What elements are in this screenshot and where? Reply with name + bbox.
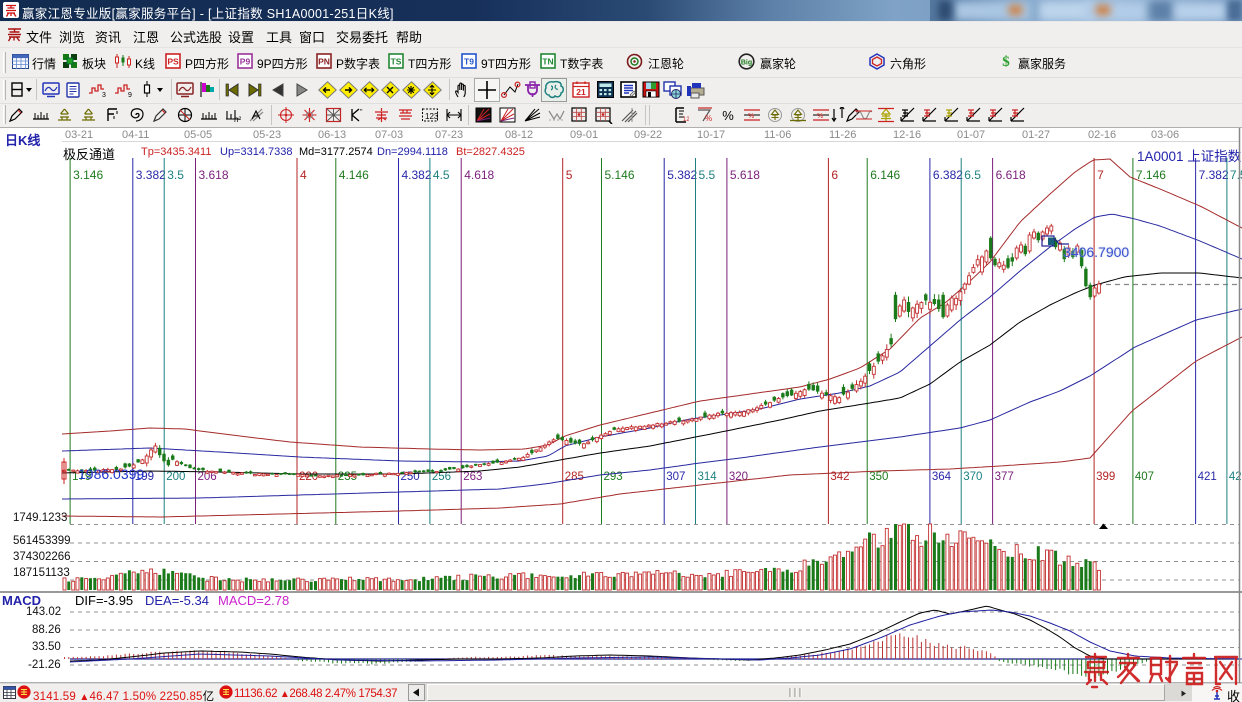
svg-text:200: 200 (166, 471, 185, 483)
svg-text:6.382: 6.382 (933, 168, 963, 182)
svg-text:5: 5 (566, 168, 573, 182)
svg-text:TN: TN (542, 57, 553, 67)
svg-text:9: 9 (128, 92, 132, 98)
svg-text:123: 123 (683, 117, 689, 123)
svg-text:3.5: 3.5 (167, 168, 184, 182)
svg-text:6.5: 6.5 (964, 168, 981, 182)
svg-text:T9: T9 (464, 57, 474, 67)
svg-text:PN: PN (318, 57, 330, 67)
svg-text:263: 263 (463, 471, 482, 483)
svg-text:123: 123 (425, 112, 439, 121)
svg-text:%: % (817, 113, 823, 120)
svg-text:4.382: 4.382 (402, 168, 432, 182)
svg-text:421: 421 (1198, 471, 1217, 483)
svg-text:3.146: 3.146 (73, 168, 103, 182)
svg-text:6.146: 6.146 (870, 168, 900, 182)
svg-text:7.146: 7.146 (1136, 168, 1166, 182)
svg-text:350: 350 (869, 471, 888, 483)
svg-text:4: 4 (300, 168, 307, 182)
svg-text:370: 370 (963, 471, 982, 483)
svg-text:Big: Big (741, 60, 752, 67)
svg-text:$: $ (1002, 54, 1010, 69)
svg-text:%: % (748, 113, 754, 120)
svg-text:307: 307 (666, 471, 685, 483)
svg-text:5.146: 5.146 (605, 168, 635, 182)
svg-text:377: 377 (995, 471, 1014, 483)
svg-text:PS: PS (167, 57, 179, 67)
svg-text:364: 364 (932, 471, 952, 483)
svg-text:5.382: 5.382 (667, 168, 697, 182)
svg-text:7.382: 7.382 (1199, 168, 1229, 182)
svg-text:3: 3 (102, 92, 106, 98)
svg-text:P9: P9 (240, 57, 251, 67)
svg-text:TS: TS (391, 57, 402, 67)
svg-text:%: % (705, 114, 712, 123)
svg-text:6.618: 6.618 (996, 168, 1026, 182)
svg-text:n²: n² (234, 115, 241, 123)
svg-text:4.146: 4.146 (339, 168, 369, 182)
svg-text:3.618: 3.618 (199, 168, 229, 182)
svg-text:3.382: 3.382 (136, 168, 166, 182)
svg-text:6: 6 (831, 168, 838, 182)
svg-text:4.618: 4.618 (464, 168, 494, 182)
svg-text:407: 407 (1135, 471, 1154, 483)
svg-text:285: 285 (565, 471, 584, 483)
svg-text:314: 314 (698, 471, 718, 483)
svg-text:4.5: 4.5 (433, 168, 450, 182)
svg-text:7: 7 (1097, 168, 1104, 182)
svg-text:%: % (722, 108, 734, 123)
svg-text:5.618: 5.618 (730, 168, 760, 182)
svg-text:5.5: 5.5 (699, 168, 716, 182)
svg-text:399: 399 (1096, 471, 1115, 483)
svg-text:": " (360, 109, 363, 116)
svg-text:21: 21 (576, 87, 586, 97)
